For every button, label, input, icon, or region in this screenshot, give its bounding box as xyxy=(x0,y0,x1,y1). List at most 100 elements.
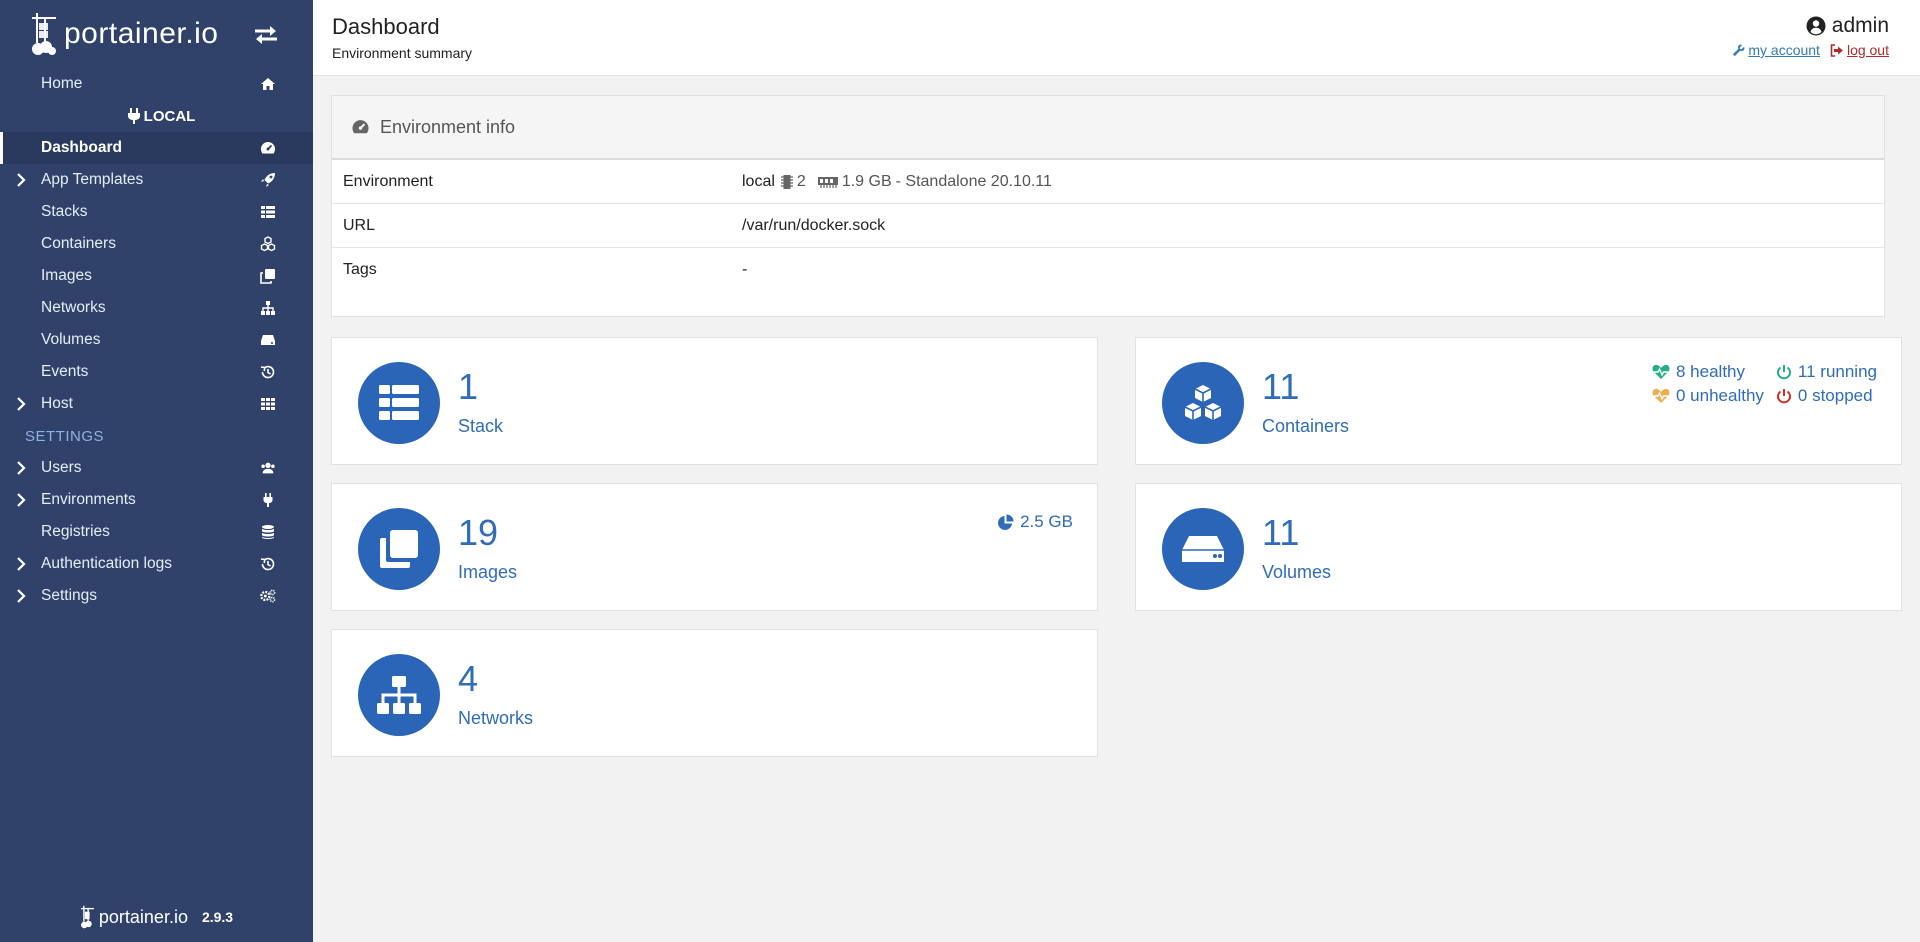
sidebar-item-dashboard[interactable]: Dashboard xyxy=(0,132,313,164)
sidebar-item-events[interactable]: Events xyxy=(0,356,313,388)
volumes-icon-circle xyxy=(1162,508,1244,590)
my-account-link[interactable]: my account xyxy=(1732,42,1820,58)
environment-info-title: Environment info xyxy=(380,116,516,137)
hdd-icon xyxy=(261,335,275,345)
main-content: Environment info Environment local 2 1.9… xyxy=(313,77,1920,942)
containers-widget[interactable]: 11 Containers 8 healthy 11 running 0 unh… xyxy=(1135,337,1902,465)
user-circle-icon xyxy=(1806,16,1826,36)
chevron-right-icon[interactable] xyxy=(14,173,28,187)
brand-name: portainer.io xyxy=(64,17,219,50)
tags-value: - xyxy=(742,261,748,278)
networks-icon-circle xyxy=(358,654,440,736)
sidebar-item-label: App Templates xyxy=(41,171,144,188)
healthy-count: 8 healthy xyxy=(1676,362,1745,381)
my-account-label: my account xyxy=(1748,42,1820,58)
sidebar-item-environments[interactable]: Environments xyxy=(0,484,313,516)
stacks-count: 1 xyxy=(458,366,479,407)
brand-logo[interactable]: portainer.io xyxy=(30,11,218,57)
sidebar-item-host[interactable]: Host xyxy=(0,388,313,420)
tachometer-icon xyxy=(352,120,369,134)
plug-icon xyxy=(263,493,273,507)
chevron-right-icon[interactable] xyxy=(14,397,28,411)
sidebar-item-label: Users xyxy=(41,459,82,476)
plug-icon xyxy=(127,108,140,124)
networks-widget[interactable]: 4 Networks xyxy=(331,629,1098,757)
th-icon xyxy=(261,398,275,410)
sidebar-item-networks[interactable]: Networks xyxy=(0,292,313,324)
tags-row: Tags - xyxy=(332,248,1884,292)
running-status: 11 running xyxy=(1776,362,1877,382)
chevron-right-icon[interactable] xyxy=(14,493,28,507)
sidebar-item-volumes[interactable]: Volumes xyxy=(0,324,313,356)
page-title: Dashboard xyxy=(332,14,440,39)
stacks-widget[interactable]: 1 Stack xyxy=(331,337,1098,465)
log-out-link[interactable]: log out xyxy=(1830,42,1889,58)
environment-mode: - Standalone 20.10.11 xyxy=(895,172,1052,190)
sidebar-item-images[interactable]: Images xyxy=(0,260,313,292)
sidebar-item-label: Environments xyxy=(41,491,136,508)
volumes-widget[interactable]: 11 Volumes xyxy=(1135,483,1902,611)
environment-name: LOCAL xyxy=(143,107,196,125)
memory-value: 1.9 GB xyxy=(841,172,892,190)
cpu-count: 2 xyxy=(796,172,806,190)
user-block: admin my account log out xyxy=(1732,14,1889,58)
sidebar-item-containers[interactable]: Containers xyxy=(0,228,313,260)
history-icon xyxy=(260,365,275,379)
sidebar-item-authentication-logs[interactable]: Authentication logs xyxy=(0,548,313,580)
heartbeat-icon xyxy=(1652,364,1670,379)
sidebar-item-label: Containers xyxy=(41,235,116,252)
healthy-status: 8 healthy xyxy=(1652,362,1764,382)
chevron-right-icon[interactable] xyxy=(14,589,28,603)
user-name: admin xyxy=(1732,14,1889,38)
page-header: Dashboard Environment summary admin my a… xyxy=(313,0,1920,76)
power-off-icon xyxy=(1776,365,1791,380)
images-size: 2.5 GB xyxy=(997,512,1073,532)
list-icon xyxy=(261,206,275,218)
home-icon xyxy=(261,78,275,90)
wrench-icon xyxy=(1733,44,1745,56)
cubes-icon xyxy=(260,236,276,252)
heartbeat-icon xyxy=(1652,388,1670,403)
user-links: my account log out xyxy=(1732,42,1889,58)
unhealthy-count: 0 unhealthy xyxy=(1676,386,1764,405)
environment-key: Environment xyxy=(343,172,433,190)
sidebar-item-label: Home xyxy=(41,75,83,92)
images-count: 19 xyxy=(458,512,499,553)
exchange-icon[interactable] xyxy=(253,24,279,46)
sign-out-icon xyxy=(1830,43,1843,57)
sidebar-item-label: Authentication logs xyxy=(41,555,172,572)
url-row: URL /var/run/docker.sock xyxy=(332,204,1884,248)
microchip-icon xyxy=(780,174,793,189)
log-out-label: log out xyxy=(1846,42,1889,58)
tags-key: Tags xyxy=(343,261,377,278)
sidebar-item-home[interactable]: Home xyxy=(0,68,313,100)
sidebar-item-label: Images xyxy=(41,267,92,284)
chevron-right-icon[interactable] xyxy=(14,461,28,475)
memory-icon xyxy=(817,176,838,188)
sidebar: portainer.io Home LOCAL Dashboard App Te… xyxy=(0,0,313,942)
unhealthy-status: 0 unhealthy xyxy=(1652,386,1764,406)
sidebar-item-app-templates[interactable]: App Templates xyxy=(0,164,313,196)
sidebar-item-registries[interactable]: Registries xyxy=(0,516,313,548)
hdd-icon xyxy=(1182,536,1224,562)
images-widget[interactable]: 19 Images 2.5 GB xyxy=(331,483,1098,611)
environment-value: local 2 1.9 GB - Standalone 20.10.11 xyxy=(742,173,1052,191)
sidebar-item-users[interactable]: Users xyxy=(0,452,313,484)
environment-info-panel: Environment info Environment local 2 1.9… xyxy=(331,95,1885,317)
sitemap-icon xyxy=(377,676,421,714)
tachometer-icon xyxy=(260,142,276,154)
chevron-right-icon[interactable] xyxy=(14,557,28,571)
database-icon xyxy=(262,525,274,539)
environment-name-value: local xyxy=(742,172,775,190)
environment-meta: 2 1.9 GB - Standalone 20.10.11 xyxy=(780,172,1052,191)
volumes-label: Volumes xyxy=(1262,562,1332,582)
sidebar-item-settings[interactable]: Settings xyxy=(0,580,313,612)
list-icon xyxy=(379,385,419,420)
stopped-status: 0 stopped xyxy=(1776,386,1877,406)
pie-chart-icon xyxy=(998,514,1014,530)
cubes-icon xyxy=(1184,385,1222,420)
container-status-summary: 8 healthy 11 running 0 unhealthy 0 stopp… xyxy=(1652,362,1877,406)
sidebar-item-stacks[interactable]: Stacks xyxy=(0,196,313,228)
clone-icon xyxy=(380,530,418,568)
portainer-logo-icon xyxy=(80,905,94,929)
